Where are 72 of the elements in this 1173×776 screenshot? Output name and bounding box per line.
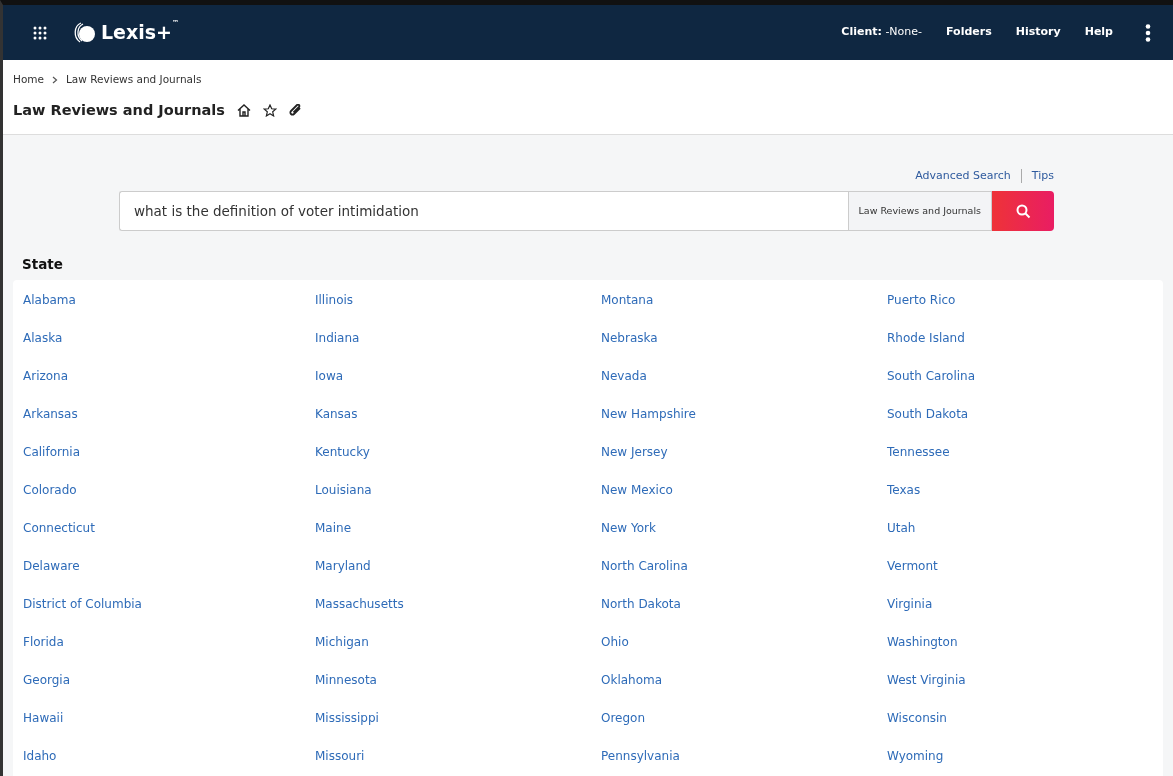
search-icon	[1015, 203, 1031, 219]
state-link[interactable]: Iowa	[315, 367, 344, 406]
state-link[interactable]: South Carolina	[887, 367, 976, 406]
state-link[interactable]: Vermont	[887, 557, 938, 596]
state-link[interactable]: New Hampshire	[601, 405, 696, 444]
nav-link-item[interactable]: Help	[1084, 24, 1113, 41]
search-button[interactable]	[992, 191, 1054, 231]
home-icon[interactable]	[236, 104, 251, 118]
breadcrumb-link[interactable]: Law Reviews and Journals	[66, 72, 202, 88]
state-link[interactable]: Rhode Island	[887, 329, 965, 368]
advanced-search-link[interactable]: Advanced Search	[915, 167, 1011, 184]
page-title: Law Reviews and Journals	[13, 100, 225, 120]
state-link[interactable]: Wyoming	[887, 747, 944, 776]
state-link[interactable]: North Carolina	[601, 557, 688, 596]
state-link[interactable]: Alabama	[23, 291, 76, 330]
state-link[interactable]: Georgia	[23, 671, 71, 710]
state-link[interactable]: North Dakota	[601, 595, 681, 634]
state-link[interactable]: Nebraska	[601, 329, 658, 368]
state-link[interactable]: Montana	[601, 291, 654, 330]
state-link[interactable]: South Dakota	[887, 405, 969, 444]
state-link[interactable]: Utah	[887, 519, 916, 558]
state-link[interactable]: Alaska	[23, 329, 63, 368]
apps-icon[interactable]	[33, 25, 47, 40]
state-link[interactable]: Maryland	[315, 557, 371, 596]
state-link[interactable]: Florida	[23, 633, 64, 672]
state-link[interactable]: Maine	[315, 519, 352, 558]
state-link[interactable]: Massachusetts	[315, 595, 404, 634]
state-link[interactable]: Louisiana	[315, 481, 372, 520]
state-link[interactable]: Wisconsin	[887, 709, 947, 748]
state-link[interactable]: Colorado	[23, 481, 77, 520]
state-link[interactable]: Washington	[887, 633, 958, 672]
state-link[interactable]: Michigan	[315, 633, 369, 672]
state-link[interactable]: Illinois	[315, 291, 354, 330]
state-link[interactable]: Virginia	[887, 595, 933, 634]
section-heading: State	[21, 255, 64, 274]
state-link[interactable]: Hawaii	[23, 709, 64, 748]
state-link[interactable]: Arkansas	[23, 405, 78, 444]
more-icon[interactable]	[1145, 23, 1151, 42]
state-link[interactable]: Delaware	[23, 557, 80, 596]
state-link[interactable]: Indiana	[315, 329, 360, 368]
tips-link[interactable]: Tips	[1031, 167, 1054, 184]
state-link[interactable]: Tennessee	[887, 443, 950, 482]
state-link[interactable]: New Jersey	[601, 443, 668, 482]
state-link[interactable]: Puerto Rico	[887, 291, 956, 330]
search-field[interactable]: what is the definition of voter intimidation	[119, 191, 848, 231]
state-link[interactable]: Kentucky	[315, 443, 370, 482]
state-link[interactable]: Ohio	[601, 633, 629, 672]
state-link[interactable]: Oregon	[601, 709, 646, 748]
state-link[interactable]: Idaho	[23, 747, 57, 776]
nav-link-item[interactable]: Folders	[946, 24, 992, 41]
state-link[interactable]: Kansas	[315, 405, 358, 444]
state-link[interactable]: Missouri	[315, 747, 365, 776]
chevron-icon	[52, 75, 58, 84]
source-selector[interactable]: Law Reviews and Journals	[847, 191, 992, 231]
state-link[interactable]: California	[23, 443, 80, 482]
paperclip-icon[interactable]	[288, 104, 302, 118]
state-link[interactable]: Nevada	[601, 367, 647, 406]
breadcrumb-link[interactable]: Home	[13, 72, 44, 88]
state-link[interactable]: Connecticut	[23, 519, 95, 558]
state-link[interactable]: Mississippi	[315, 709, 379, 748]
nav-link-item[interactable]: History	[1015, 24, 1061, 41]
state-link[interactable]: Oklahoma	[601, 671, 663, 710]
state-link[interactable]: West Virginia	[887, 671, 966, 710]
state-link[interactable]: New York	[601, 519, 656, 558]
state-link[interactable]: Minnesota	[315, 671, 377, 710]
state-link[interactable]: Texas	[887, 481, 921, 520]
star-icon[interactable]	[262, 104, 277, 118]
state-link[interactable]: Pennsylvania	[601, 747, 680, 776]
state-link[interactable]: Arizona	[23, 367, 69, 406]
client-selector[interactable]: Client: -None-	[841, 24, 923, 41]
state-link[interactable]: District of Columbia	[23, 595, 142, 634]
state-link[interactable]: New Mexico	[601, 481, 673, 520]
